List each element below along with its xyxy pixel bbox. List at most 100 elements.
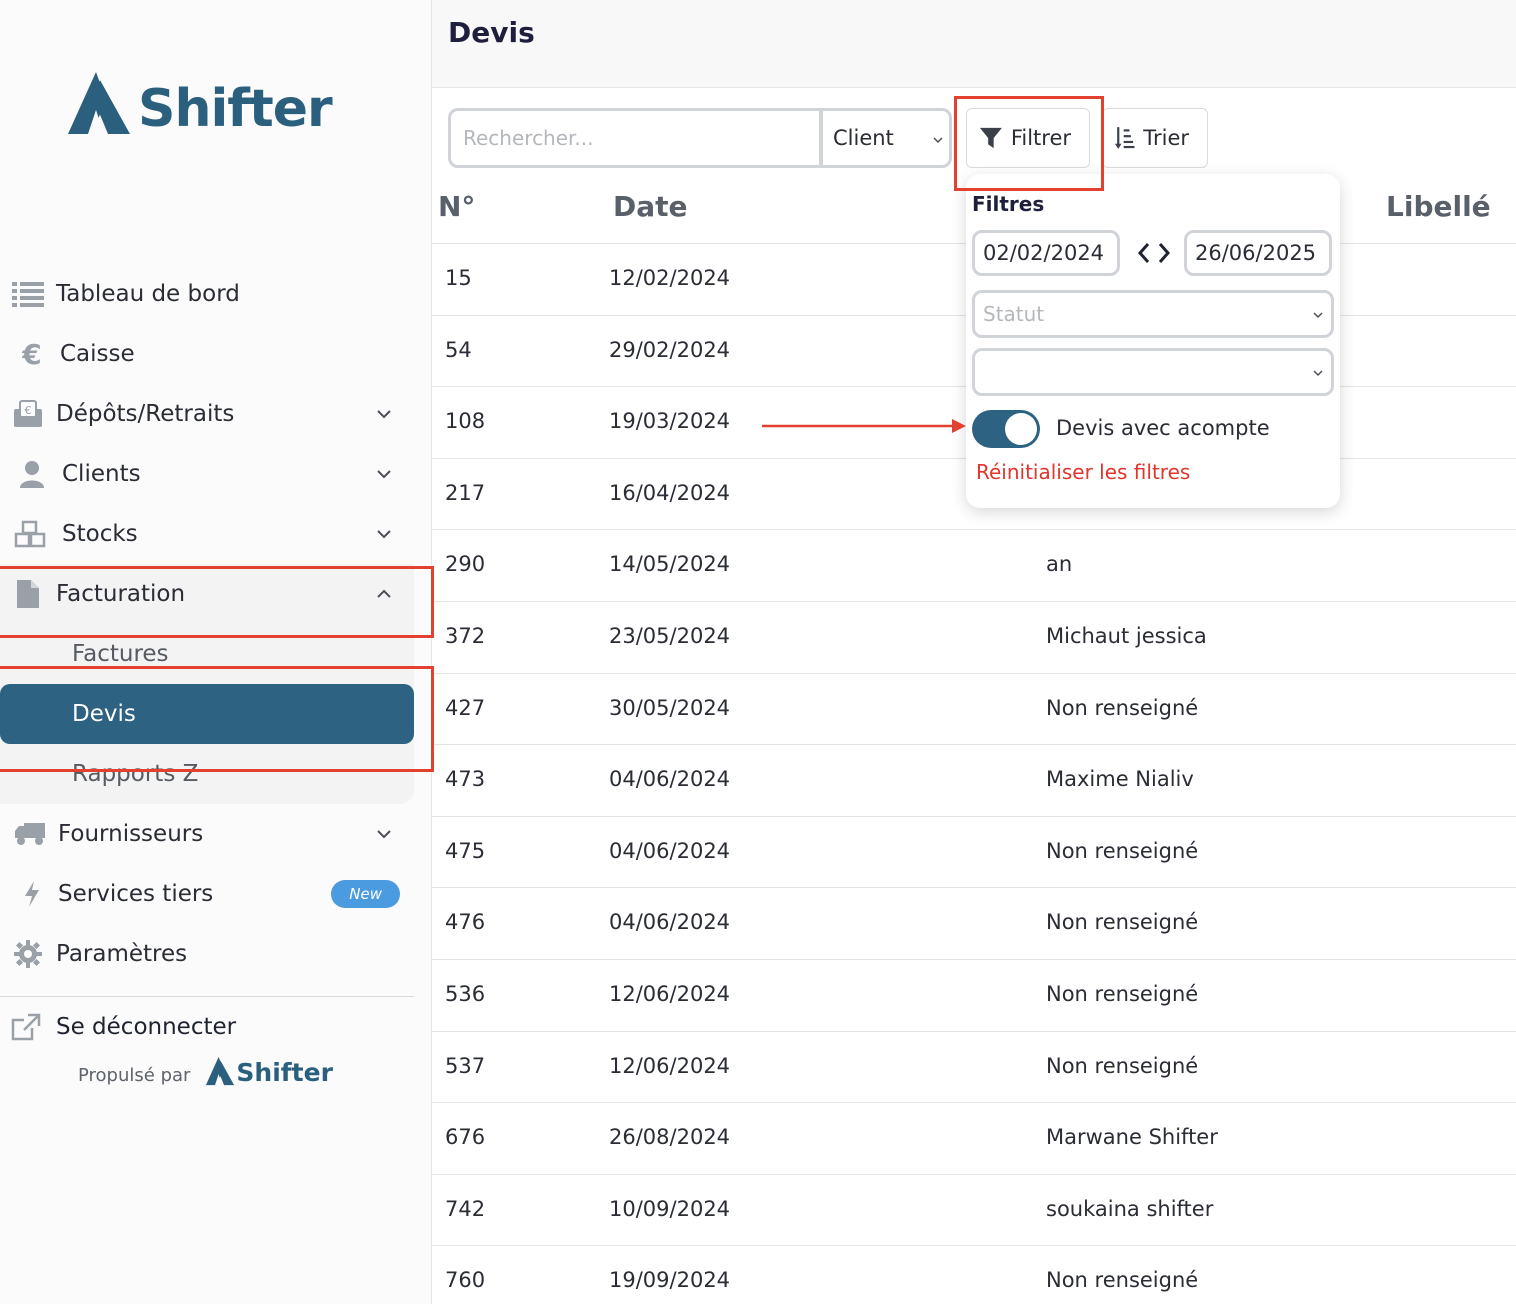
table-row[interactable]: 476 04/06/2024 Non renseigné [432,887,1516,958]
chevron-down-icon[interactable] [376,826,392,842]
svg-text:€: € [25,404,32,417]
sidebar-item-third-party-services[interactable]: Services tiers New [0,864,414,924]
chevron-down-icon[interactable] [376,406,392,422]
sidebar-item-deposits[interactable]: € Dépôts/Retraits [0,384,414,444]
chevron-down-icon [1313,370,1323,377]
status-select-placeholder: Statut [983,302,1045,326]
table-row[interactable]: 427 30/05/2024 Non renseigné [432,672,1516,744]
bolt-icon [16,878,48,910]
row-date: 12/02/2024 [609,266,731,290]
sort-icon [1115,127,1135,149]
secondary-select[interactable] [972,348,1334,396]
page-title: Devis [448,16,535,49]
deposit-toggle[interactable] [972,410,1040,448]
sidebar-item-label: Caisse [60,341,135,367]
row-date: 10/09/2024 [609,1196,731,1221]
row-date: 12/06/2024 [609,982,731,1006]
powered-by: Propulsé par Shifter [78,1056,333,1086]
highlight-quotes-item [0,666,434,772]
gear-icon [12,938,44,970]
row-number: 290 [445,552,486,577]
toggle-knob [1005,413,1037,445]
user-icon [16,458,48,490]
chevron-down-icon[interactable] [376,466,392,482]
column-header-date[interactable]: Date [613,190,688,223]
sidebar-item-clients[interactable]: Clients [0,444,414,504]
row-number: 473 [445,767,486,792]
row-date: 26/08/2024 [609,1125,731,1150]
row-number: 54 [445,337,472,362]
sort-button[interactable]: Trier [1102,108,1208,168]
status-select[interactable]: Statut [972,290,1334,338]
table-row[interactable]: 473 04/06/2024 Maxime Nialiv [432,744,1516,815]
row-date: 12/06/2024 [609,1053,731,1078]
reset-filters-link[interactable]: Réinitialiser les filtres [976,460,1190,484]
table-row[interactable]: 475 04/06/2024 Non renseigné [432,815,1516,887]
table-row[interactable]: 290 14/05/2024 an [432,529,1516,600]
row-number: 476 [445,910,486,935]
chevron-down-icon [1313,312,1323,319]
table-row[interactable]: 760 19/09/2024 Non renseigné [432,1245,1516,1304]
row-date: 30/05/2024 [609,695,731,720]
search-field-select[interactable]: Client [820,108,952,168]
sidebar: Shifter Tableau de bord € Caisse € Dépôt… [0,0,432,1304]
row-number: 372 [445,624,486,648]
sidebar-item-settings[interactable]: Paramètres [0,924,414,984]
date-from-input[interactable]: 02/02/2024 [972,230,1120,276]
powered-by-logo: Shifter [204,1056,333,1086]
sidebar-item-cash[interactable]: € Caisse [0,324,414,384]
row-client: soukaina shifter [1046,1196,1214,1221]
chevron-down-icon[interactable] [376,526,392,542]
table-row[interactable]: 536 12/06/2024 Non renseigné [432,959,1516,1030]
row-client: Non renseigné [1046,910,1199,935]
sidebar-item-stocks[interactable]: Stocks [0,504,414,564]
deposit-toggle-label: Devis avec acompte [1056,416,1270,440]
table-row[interactable]: 537 12/06/2024 Non renseigné [432,1030,1516,1102]
row-date: 04/06/2024 [609,910,731,935]
column-header-number[interactable]: N° [438,190,475,223]
logout-button[interactable]: Se déconnecter [0,998,414,1056]
sidebar-item-suppliers[interactable]: Fournisseurs [0,804,414,864]
sidebar-item-label: Services tiers [58,881,214,907]
sidebar-item-label: Paramètres [56,941,188,967]
row-number: 427 [445,695,486,720]
row-date: 04/06/2024 [609,838,731,863]
list-icon [12,278,44,310]
new-badge: New [331,880,400,908]
brand-logo[interactable]: Shifter [66,70,333,139]
row-number: 108 [445,409,486,434]
table-row[interactable]: 372 23/05/2024 Michaut jessica [432,601,1516,672]
row-client: an [1046,552,1073,577]
row-number: 742 [445,1196,486,1221]
row-client: Michaut jessica [1046,624,1207,648]
row-client: Marwane Shifter [1046,1125,1218,1150]
search-input[interactable]: Rechercher... [448,108,822,168]
row-number: 760 [445,1268,486,1293]
page-header: Devis [432,0,1516,88]
table-row[interactable]: 676 26/08/2024 Marwane Shifter [432,1102,1516,1173]
sidebar-item-label: Fournisseurs [58,821,204,847]
table-row[interactable]: 742 10/09/2024 soukaina shifter [432,1173,1516,1245]
row-client: Non renseigné [1046,1268,1199,1293]
row-date: 14/05/2024 [609,552,731,577]
row-date: 19/03/2024 [609,409,731,434]
filter-popover-title: Filtres [972,192,1045,216]
row-date: 23/05/2024 [609,624,731,648]
row-client: Maxime Nialiv [1046,767,1194,792]
row-client: Non renseigné [1046,1053,1199,1078]
column-header-label[interactable]: Libellé [1386,190,1491,223]
truck-icon [14,818,46,850]
filter-popover: Filtres 02/02/2024 26/06/2025 Statut Dev… [966,174,1340,508]
row-number: 676 [445,1125,486,1150]
row-date: 04/06/2024 [609,767,731,792]
sidebar-item-label: Tableau de bord [56,281,240,307]
row-number: 15 [445,266,472,290]
shifter-logo-icon [206,1056,235,1086]
date-to-input[interactable]: 26/06/2025 [1184,230,1332,276]
brand-name: Shifter [138,79,333,139]
sidebar-item-dashboard[interactable]: Tableau de bord [0,264,414,324]
sidebar-item-label: Stocks [62,521,138,547]
row-client: Non renseigné [1046,982,1199,1006]
chevron-down-icon [933,137,943,144]
row-client: Non renseigné [1046,695,1199,720]
